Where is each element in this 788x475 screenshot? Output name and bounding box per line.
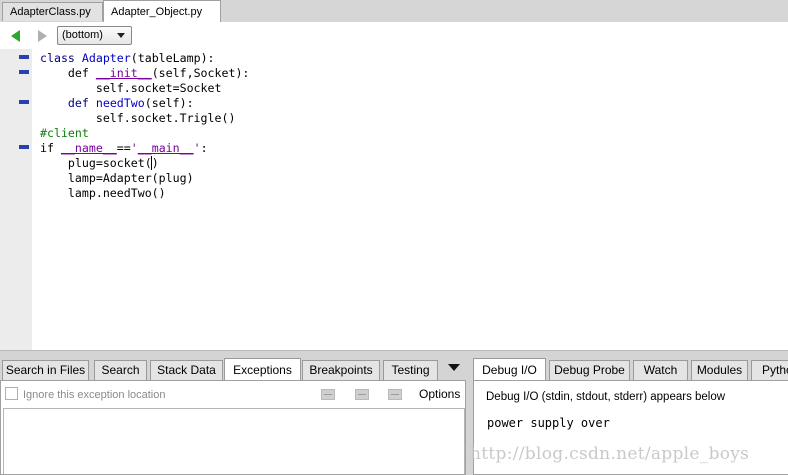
editor-gutter bbox=[0, 49, 32, 350]
code-line[interactable]: plug=socket() bbox=[40, 156, 249, 171]
tab-debug-probe[interactable]: Debug Probe bbox=[549, 360, 630, 380]
scope-dropdown[interactable]: (bottom) bbox=[57, 26, 132, 45]
ignore-exception-option[interactable]: Ignore this exception location bbox=[5, 387, 165, 401]
tab-watch[interactable]: Watch bbox=[633, 360, 688, 380]
tab-modules[interactable]: Modules bbox=[691, 360, 748, 380]
editor-toolbar: (bottom) bbox=[0, 22, 788, 49]
editor-tab-bar: AdapterClass.py Adapter_Object.py bbox=[0, 0, 788, 23]
ignore-checkbox[interactable] bbox=[5, 387, 18, 400]
tab-stack-data[interactable]: Stack Data bbox=[150, 360, 223, 380]
tab-exceptions[interactable]: Exceptions bbox=[224, 358, 301, 380]
debug-io-header: Debug I/O (stdin, stdout, stderr) appear… bbox=[486, 391, 726, 403]
exception-toolbar-icon[interactable] bbox=[321, 389, 335, 400]
fold-icon[interactable] bbox=[19, 100, 29, 104]
tab-menu-icon[interactable] bbox=[448, 364, 460, 371]
code-line[interactable]: class Adapter(tableLamp): bbox=[40, 51, 249, 66]
tab-search[interactable]: Search bbox=[94, 360, 147, 380]
fold-icon[interactable] bbox=[19, 70, 29, 74]
code-editor[interactable]: class Adapter(tableLamp): def __init__(s… bbox=[0, 49, 788, 350]
exceptions-panel: Ignore this exception location Options bbox=[0, 380, 466, 475]
tab-python-shell[interactable]: Pytho bbox=[751, 360, 788, 380]
right-panel-tabs: Debug I/O Debug Probe Watch Modules Pyth… bbox=[473, 358, 788, 380]
code-line[interactable]: def __init__(self,Socket): bbox=[40, 66, 250, 81]
code-line[interactable]: #client bbox=[40, 126, 249, 141]
code-line[interactable]: self.socket.Trigle() bbox=[40, 111, 249, 126]
tab-breakpoints[interactable]: Breakpoints bbox=[302, 360, 380, 380]
tab-testing[interactable]: Testing bbox=[383, 360, 438, 380]
watermark: http://blog.csdn.net/apple_boys bbox=[470, 444, 750, 464]
scope-value: (bottom) bbox=[62, 29, 103, 41]
exception-toolbar-icon[interactable] bbox=[388, 389, 402, 400]
code-line[interactable]: lamp.needTwo() bbox=[40, 186, 249, 201]
ignore-label: Ignore this exception location bbox=[23, 389, 166, 401]
exception-details-area bbox=[3, 408, 465, 474]
exception-toolbar-icon[interactable] bbox=[355, 389, 369, 400]
right-arrow-icon[interactable] bbox=[38, 30, 47, 42]
tab-debug-io[interactable]: Debug I/O bbox=[473, 358, 546, 380]
code-line[interactable]: lamp=Adapter(plug) bbox=[40, 171, 249, 186]
chevron-down-icon bbox=[117, 33, 125, 38]
debug-io-output[interactable]: power supply over bbox=[487, 416, 610, 430]
text-cursor: ) bbox=[150, 156, 159, 170]
code-text[interactable]: class Adapter(tableLamp): def __init__(s… bbox=[40, 51, 249, 201]
tab-adapterclass[interactable]: AdapterClass.py bbox=[2, 2, 103, 21]
tab-search-in-files[interactable]: Search in Files bbox=[2, 360, 89, 380]
tab-adapter-object[interactable]: Adapter_Object.py bbox=[103, 0, 221, 22]
fold-icon[interactable] bbox=[19, 55, 29, 59]
code-line[interactable]: if __name__=='__main__': bbox=[40, 141, 249, 156]
code-line[interactable]: self.socket=Socket bbox=[40, 81, 249, 96]
left-panel-tabs: Search in Files Search Stack Data Except… bbox=[0, 358, 470, 380]
options-menu[interactable]: Options bbox=[419, 387, 460, 401]
code-line[interactable]: def needTwo(self): bbox=[40, 96, 249, 111]
fold-icon[interactable] bbox=[19, 145, 29, 149]
left-arrow-icon[interactable] bbox=[11, 30, 20, 42]
